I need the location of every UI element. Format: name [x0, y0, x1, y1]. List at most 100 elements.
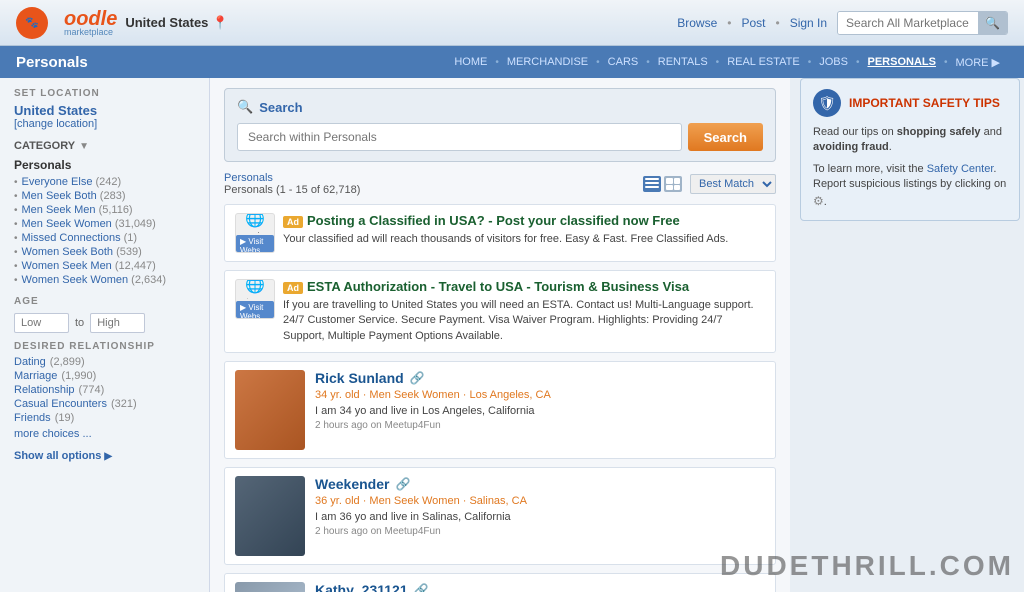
more-choices-link[interactable]: more choices ... — [14, 428, 195, 440]
sidebar-item-missed-connections[interactable]: Missed Connections (1) — [14, 232, 195, 244]
safety-desc: Read our tips on shopping safely and avo… — [813, 125, 1007, 156]
rel-casual-count: (321) — [111, 398, 137, 410]
search-magnifier-icon: 🔍 — [237, 99, 253, 115]
rel-friends-count: (19) — [55, 412, 75, 424]
profile-info-kathy: Kathy_231121 🔗 — [315, 582, 765, 592]
nav-realestate[interactable]: REAL ESTATE — [719, 56, 808, 68]
header-search-button[interactable]: 🔍 — [978, 12, 1007, 34]
list-item: Weekender 🔗 36 yr. old · Men Seek Women … — [224, 467, 776, 565]
sidebar-location[interactable]: United States — [14, 103, 195, 118]
content-area: 🔍 Search Search Personals Personals (1 -… — [210, 78, 790, 592]
ad-title-2[interactable]: AdESTA Authorization - Travel to USA - T… — [283, 279, 765, 294]
safety-header: 🛡 IMPORTANT SAFETY TIPS — [813, 89, 1007, 117]
ad-favicon-1: 🌐 — [245, 213, 265, 229]
ad-content-2: AdESTA Authorization - Travel to USA - T… — [283, 279, 765, 344]
search-button[interactable]: Search — [688, 123, 763, 151]
rel-relationship-count: (774) — [79, 384, 105, 396]
age-to-label: to — [75, 317, 84, 329]
show-all-arrow-icon: ▶ — [104, 451, 112, 462]
profile-name-link-weekender[interactable]: Weekender — [315, 476, 389, 492]
grid-view-icon[interactable] — [664, 176, 682, 192]
safety-desc2: To learn more, visit the Safety Center. … — [813, 162, 1007, 210]
show-all-text: Show all options — [14, 450, 101, 462]
share-icon-rick[interactable]: 🔗 — [410, 371, 425, 385]
signin-link[interactable]: Sign In — [790, 16, 827, 30]
sidebar: SET LOCATION United States [change locat… — [0, 78, 210, 592]
sidebar-item-men-seek-men[interactable]: Men Seek Men (5,116) — [14, 204, 195, 216]
show-all-options[interactable]: Show all options ▶ — [14, 450, 195, 462]
header: 🐾 oodle marketplace United States 📍 Brow… — [0, 0, 1024, 46]
nav-home[interactable]: HOME — [446, 56, 495, 68]
ad-desc-1: Your classified ad will reach thousands … — [283, 232, 765, 247]
dot1: • — [727, 16, 731, 30]
category-arrow-icon: ▼ — [79, 141, 89, 152]
ad-favicon-2: 🌐 — [245, 279, 265, 295]
rel-marriage-link[interactable]: Marriage — [14, 370, 57, 382]
sidebar-item-men-seek-both[interactable]: Men Seek Both (283) — [14, 190, 195, 202]
rel-friends: Friends (19) — [14, 412, 195, 424]
browse-link[interactable]: Browse — [677, 16, 717, 30]
nav-merchandise[interactable]: MERCHANDISE — [499, 56, 596, 68]
profile-name-link-kathy[interactable]: Kathy_231121 — [315, 582, 408, 592]
ad-content-1: AdPosting a Classified in USA? - Post yo… — [283, 213, 765, 247]
profile-photo-weekender — [235, 476, 305, 556]
rel-dating-link[interactable]: Dating — [14, 356, 46, 368]
safety-shield-icon: 🛡 — [813, 89, 841, 117]
view-icons — [643, 176, 682, 192]
sidebar-item-women-seek-both[interactable]: Women Seek Both (539) — [14, 246, 195, 258]
nav-rentals[interactable]: RENTALS — [650, 56, 716, 68]
age-low-input[interactable] — [14, 313, 69, 333]
ad-visit-btn-2[interactable]: ▶ Visit Webs... — [236, 301, 274, 319]
list-item: 🌐 usa-classifie... ▶ Visit Webs... AdPos… — [224, 204, 776, 262]
logo-sub: marketplace — [64, 27, 117, 37]
header-search-box: 🔍 — [837, 11, 1008, 35]
oodle-logo[interactable]: 🐾 — [16, 7, 48, 39]
post-link[interactable]: Post — [741, 16, 765, 30]
profile-name-kathy: Kathy_231121 🔗 — [315, 582, 765, 592]
header-search-input[interactable] — [838, 12, 978, 34]
change-location[interactable]: [change location] — [14, 118, 195, 130]
breadcrumb-results: Personals Personals (1 - 15 of 62,718) — [224, 172, 360, 196]
ad-site-icon-2: 🌐 esta-usvisitv... ▶ Visit Webs... — [235, 279, 275, 319]
ad-desc-2: If you are travelling to United States y… — [283, 298, 765, 344]
sort-select[interactable]: Best Match — [690, 174, 776, 194]
search-bar: 🔍 Search Search — [224, 88, 776, 162]
sidebar-item-women-seek-women[interactable]: Women Seek Women (2,634) — [14, 274, 195, 286]
profile-desc-weekender: I am 36 yo and live in Salinas, Californ… — [315, 511, 765, 523]
breadcrumb: Personals — [224, 172, 360, 184]
header-location[interactable]: United States 📍 — [125, 15, 228, 31]
main: SET LOCATION United States [change locat… — [0, 78, 1024, 592]
list-view-icon[interactable] — [643, 176, 661, 192]
age-high-input[interactable] — [90, 313, 145, 333]
sidebar-main-category[interactable]: Personals — [14, 158, 195, 172]
profile-name-link-rick[interactable]: Rick Sunland — [315, 370, 404, 386]
nav-jobs[interactable]: JOBS — [811, 56, 856, 68]
rel-casual-link[interactable]: Casual Encounters — [14, 398, 107, 410]
desired-rel-label: DESIRED RELATIONSHIP — [14, 341, 195, 352]
profile-photo-rick — [235, 370, 305, 450]
rel-relationship-link[interactable]: Relationship — [14, 384, 75, 396]
logo-icon: 🐾 — [16, 7, 56, 39]
sidebar-item-women-seek-men[interactable]: Women Seek Men (12,447) — [14, 260, 195, 272]
search-input[interactable] — [237, 123, 682, 151]
profile-meta-weekender: 36 yr. old · Men Seek Women · Salinas, C… — [315, 495, 765, 507]
ad-visit-btn-1[interactable]: ▶ Visit Webs... — [236, 235, 274, 253]
results-count: Personals (1 - 15 of 62,718) — [224, 184, 360, 196]
ad-title-1[interactable]: AdPosting a Classified in USA? - Post yo… — [283, 213, 765, 228]
safety-desc-text: Read our tips on shopping safely and avo… — [813, 126, 1002, 153]
page-title: Personals — [16, 54, 88, 71]
nav-cars[interactable]: CARS — [600, 56, 647, 68]
rel-friends-link[interactable]: Friends — [14, 412, 51, 424]
nav-more[interactable]: MORE ▶ — [947, 56, 1008, 69]
rel-casual: Casual Encounters (321) — [14, 398, 195, 410]
age-label: AGE — [14, 296, 195, 307]
ad-site-name-1: usa-classifie... — [236, 229, 274, 233]
nav-personals[interactable]: PERSONALS — [860, 56, 944, 68]
sidebar-item-everyone-else[interactable]: Everyone Else (242) — [14, 176, 195, 188]
ad-title-text-1: Posting a Classified in USA? - Post your… — [307, 213, 680, 228]
breadcrumb-personals[interactable]: Personals — [224, 172, 273, 184]
share-icon-weekender[interactable]: 🔗 — [395, 477, 410, 491]
safety-center-link[interactable]: Safety Center — [927, 163, 994, 175]
sidebar-item-men-seek-women[interactable]: Men Seek Women (31,049) — [14, 218, 195, 230]
share-icon-kathy[interactable]: 🔗 — [414, 583, 429, 592]
